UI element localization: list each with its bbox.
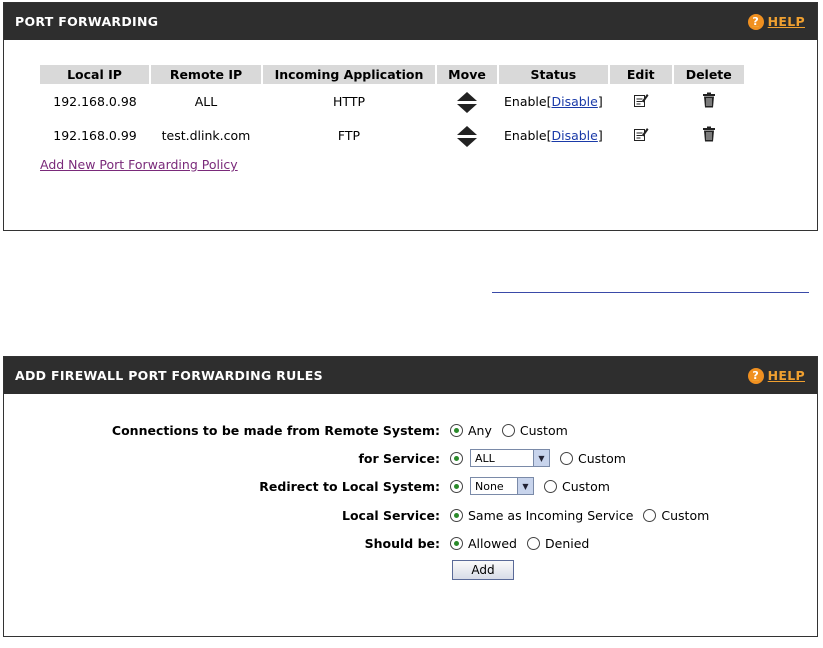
denied-radio[interactable] [527, 536, 540, 550]
status-text: Enable [504, 93, 547, 109]
add-button[interactable]: Add [452, 560, 514, 580]
service-select-value: ALL [475, 451, 495, 465]
move-arrows-icon[interactable] [457, 126, 477, 147]
move-up-icon[interactable] [457, 126, 477, 135]
port-forwarding-header: PORT FORWARDING ? HELP [4, 3, 817, 40]
delete-cell [673, 118, 745, 152]
edit-icon[interactable] [633, 126, 649, 145]
redirect-select-value: None [475, 479, 504, 493]
help-label: HELP [767, 14, 805, 29]
remote-any-label: Any [468, 422, 492, 438]
table-row: 192.168.0.99 test.dlink.com FTP Enable[D… [40, 118, 745, 152]
status-cell: Enable[Disable] [504, 93, 603, 109]
col-incoming-application: Incoming Application [262, 65, 437, 84]
redirect-custom-label: Custom [562, 478, 610, 494]
local-service-custom-radio[interactable] [643, 508, 657, 522]
col-remote-ip: Remote IP [150, 65, 263, 84]
redirect-row: Redirect to Local System: None ▼ Custom [4, 475, 616, 497]
remote-custom-radio[interactable] [501, 423, 515, 437]
help-icon: ? [747, 367, 764, 384]
move-cell [436, 84, 498, 118]
move-down-icon[interactable] [457, 104, 477, 113]
col-edit: Edit [608, 65, 674, 84]
help-icon: ? [747, 13, 764, 30]
col-status: Status [498, 65, 610, 84]
allowed-label: Allowed [468, 535, 517, 551]
local-service-label: Local Service: [342, 507, 440, 523]
move-down-icon[interactable] [457, 138, 477, 147]
divider-line [492, 292, 809, 293]
help-label: HELP [767, 368, 805, 383]
chevron-down-icon[interactable]: ▼ [517, 478, 533, 494]
local-service-same-radio[interactable] [450, 508, 463, 522]
add-rules-header: ADD FIREWALL PORT FORWARDING RULES ? HEL… [4, 357, 817, 394]
status-text: Enable [504, 127, 547, 143]
col-move: Move [436, 65, 499, 84]
port-forwarding-panel: PORT FORWARDING ? HELP Local IP Remote I… [3, 2, 818, 231]
edit-icon[interactable] [633, 92, 649, 111]
edit-cell [609, 84, 673, 118]
table-row: 192.168.0.98 ALL HTTP Enable[Disable] [40, 84, 745, 118]
edit-cell [609, 118, 673, 152]
move-cell [436, 118, 498, 152]
delete-cell [673, 84, 745, 118]
local-service-row: Local Service: Same as Incoming Service … [4, 504, 715, 526]
remote-system-row: Connections to be made from Remote Syste… [4, 419, 574, 441]
local-service-custom-label: Custom [661, 507, 710, 523]
add-new-policy-link[interactable]: Add New Port Forwarding Policy [40, 157, 238, 172]
service-row: for Service: ALL ▼ Custom [4, 447, 632, 469]
help-link[interactable]: ? HELP [747, 13, 805, 30]
move-arrows-icon[interactable] [457, 92, 477, 113]
trash-icon[interactable] [702, 92, 716, 111]
should-be-label: Should be: [364, 535, 440, 551]
move-up-icon[interactable] [457, 92, 477, 101]
should-be-row: Should be: Allowed Denied [4, 532, 595, 554]
service-select-radio[interactable] [450, 451, 463, 465]
disable-link[interactable]: Disable [551, 128, 597, 143]
add-rules-panel: ADD FIREWALL PORT FORWARDING RULES ? HEL… [3, 356, 818, 637]
add-rules-title: ADD FIREWALL PORT FORWARDING RULES [15, 368, 323, 383]
local-ip-cell: 192.168.0.99 [53, 127, 137, 143]
chevron-down-icon[interactable]: ▼ [533, 450, 549, 466]
disable-link[interactable]: Disable [551, 94, 597, 109]
redirect-label: Redirect to Local System: [259, 478, 440, 494]
port-forwarding-table: Local IP Remote IP Incoming Application … [40, 65, 746, 152]
service-custom-radio[interactable] [560, 451, 573, 465]
redirect-custom-radio[interactable] [544, 479, 557, 493]
col-delete: Delete [672, 65, 746, 84]
service-label: for Service: [358, 450, 440, 466]
remote-any-radio[interactable] [450, 423, 463, 437]
table-header-row: Local IP Remote IP Incoming Application … [40, 65, 746, 84]
remote-system-label: Connections to be made from Remote Syste… [111, 422, 440, 438]
remote-ip-cell: test.dlink.com [161, 127, 251, 143]
trash-icon[interactable] [702, 126, 716, 145]
application-cell: FTP [337, 127, 361, 143]
remote-ip-cell: ALL [194, 93, 218, 109]
local-ip-cell: 192.168.0.98 [53, 93, 137, 109]
application-cell: HTTP [333, 93, 365, 109]
status-cell: Enable[Disable] [504, 127, 603, 143]
help-link[interactable]: ? HELP [747, 367, 805, 384]
redirect-select[interactable]: None ▼ [470, 477, 534, 495]
allowed-radio[interactable] [450, 536, 463, 550]
remote-custom-label: Custom [519, 422, 568, 438]
denied-label: Denied [545, 535, 590, 551]
redirect-select-radio[interactable] [450, 479, 463, 493]
service-custom-label: Custom [578, 450, 626, 466]
service-select[interactable]: ALL ▼ [470, 449, 550, 467]
local-service-same-label: Same as Incoming Service [468, 507, 634, 523]
col-local-ip: Local IP [40, 65, 151, 84]
port-forwarding-title: PORT FORWARDING [15, 14, 159, 29]
